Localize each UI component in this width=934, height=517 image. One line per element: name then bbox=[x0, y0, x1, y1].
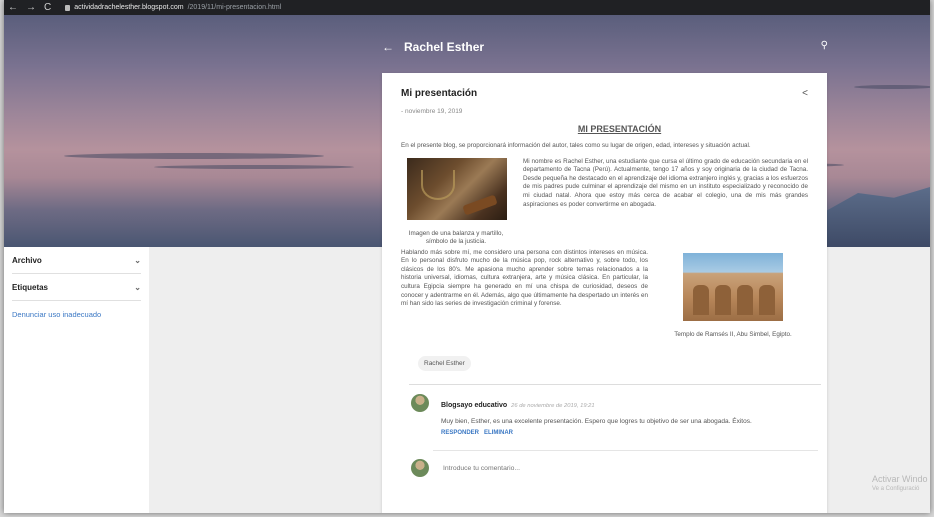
avatar[interactable] bbox=[411, 394, 429, 413]
forward-arrow-icon[interactable]: → bbox=[26, 0, 36, 15]
post-heading: MI PRESENTACIÓN bbox=[577, 124, 662, 134]
comment: Blogsayo educativo 26 de noviembre de 201… bbox=[411, 394, 808, 436]
scale-shape bbox=[421, 169, 455, 200]
post-date[interactable]: - noviembre 19, 2019 bbox=[401, 108, 808, 115]
divider bbox=[409, 384, 821, 386]
post-header: Mi presentación < bbox=[401, 88, 808, 99]
content-row-2: Hablando más sobre mí, me considero una … bbox=[401, 249, 808, 340]
report-abuse-link[interactable]: Denunciar uso inadecuado bbox=[12, 310, 141, 319]
windows-activation-watermark: Activar Windo Ve a Configuració bbox=[872, 474, 928, 492]
justice-scale-image[interactable] bbox=[407, 157, 507, 220]
cloud-shape bbox=[154, 165, 354, 169]
divider bbox=[433, 450, 818, 452]
share-icon[interactable]: < bbox=[802, 88, 808, 99]
statue-shape bbox=[715, 284, 731, 315]
watermark-subtitle: Ve a Configuració bbox=[872, 486, 920, 492]
url-path: /2019/11/mi-presentacion.html bbox=[187, 4, 282, 11]
comment-actions: RESPONDER ELIMINAR bbox=[441, 430, 752, 436]
image-block: Imagen de una balanza y martillo, símbol… bbox=[401, 157, 511, 247]
comment-author[interactable]: Blogsayo educativo bbox=[441, 402, 507, 409]
new-comment: Introduce tu comentario... bbox=[411, 459, 808, 478]
mountain-shape bbox=[810, 187, 930, 247]
bio-paragraph: Mi nombre es Rachel Esther, una estudian… bbox=[523, 157, 808, 208]
comment-body: Blogsayo educativo 26 de noviembre de 201… bbox=[441, 394, 752, 436]
address-bar[interactable]: actividadrachelesther.blogspot.com/2019/… bbox=[65, 4, 281, 11]
chevron-down-icon: ⌄ bbox=[134, 282, 141, 292]
comment-input[interactable]: Introduce tu comentario... bbox=[443, 465, 520, 472]
search-icon[interactable]: ⚲ bbox=[821, 40, 828, 51]
comment-date[interactable]: 26 de noviembre de 2019, 19:21 bbox=[511, 403, 594, 409]
avatar bbox=[411, 459, 429, 478]
cloud-shape bbox=[64, 153, 324, 159]
sidebar: Archivo ⌄ Etiquetas ⌄ Denunciar uso inad… bbox=[4, 247, 149, 513]
browser-toolbar: ← → C actividadrachelesther.blogspot.com… bbox=[4, 0, 930, 15]
temple-image[interactable] bbox=[683, 252, 783, 321]
chevron-down-icon: ⌄ bbox=[134, 255, 141, 265]
statue-shape bbox=[759, 284, 775, 315]
url-host: actividadrachelesther.blogspot.com bbox=[74, 4, 184, 11]
back-arrow-icon[interactable]: ← bbox=[382, 40, 404, 54]
back-arrow-icon[interactable]: ← bbox=[8, 0, 18, 15]
sidebar-item-etiquetas[interactable]: Etiquetas ⌄ bbox=[12, 274, 141, 301]
comment-text: Muy bien, Esther, es una excelente prese… bbox=[441, 418, 752, 426]
image-caption: Templo de Ramsés II, Abu Simbel, Egipto. bbox=[674, 330, 792, 338]
sidebar-item-label: Archivo bbox=[12, 255, 42, 265]
image-caption: Imagen de una balanza y martillo, símbol… bbox=[408, 229, 504, 246]
browser-window: ← → C actividadrachelesther.blogspot.com… bbox=[4, 0, 930, 513]
content-row-1: Imagen de una balanza y martillo, símbol… bbox=[401, 157, 808, 247]
blog-title[interactable]: Rachel Esther bbox=[404, 40, 484, 54]
comment-header: Blogsayo educativo 26 de noviembre de 201… bbox=[441, 394, 752, 412]
delete-button[interactable]: ELIMINAR bbox=[484, 430, 513, 436]
statue-shape bbox=[737, 284, 753, 315]
reload-icon[interactable]: C bbox=[44, 0, 51, 15]
blog-header: ← Rachel Esther ⚲ bbox=[382, 40, 830, 54]
watermark-title: Activar Windo bbox=[872, 474, 928, 484]
post-title[interactable]: Mi presentación bbox=[401, 88, 477, 99]
interests-paragraph: Hablando más sobre mí, me considero una … bbox=[401, 248, 648, 308]
lock-icon bbox=[65, 4, 71, 11]
gavel-shape bbox=[462, 194, 498, 216]
cloud-shape bbox=[854, 85, 930, 89]
post-card: Mi presentación < - noviembre 19, 2019 M… bbox=[382, 73, 827, 513]
reply-button[interactable]: RESPONDER bbox=[441, 430, 479, 436]
intro-paragraph: En el presente blog, se proporcionará in… bbox=[401, 142, 751, 149]
image-block: Templo de Ramsés II, Abu Simbel, Egipto. bbox=[658, 249, 808, 340]
sidebar-item-label: Etiquetas bbox=[12, 282, 49, 292]
sidebar-item-archivo[interactable]: Archivo ⌄ bbox=[12, 247, 141, 274]
statue-shape bbox=[693, 284, 709, 315]
post-label-chip[interactable]: Rachel Esther bbox=[418, 356, 471, 372]
